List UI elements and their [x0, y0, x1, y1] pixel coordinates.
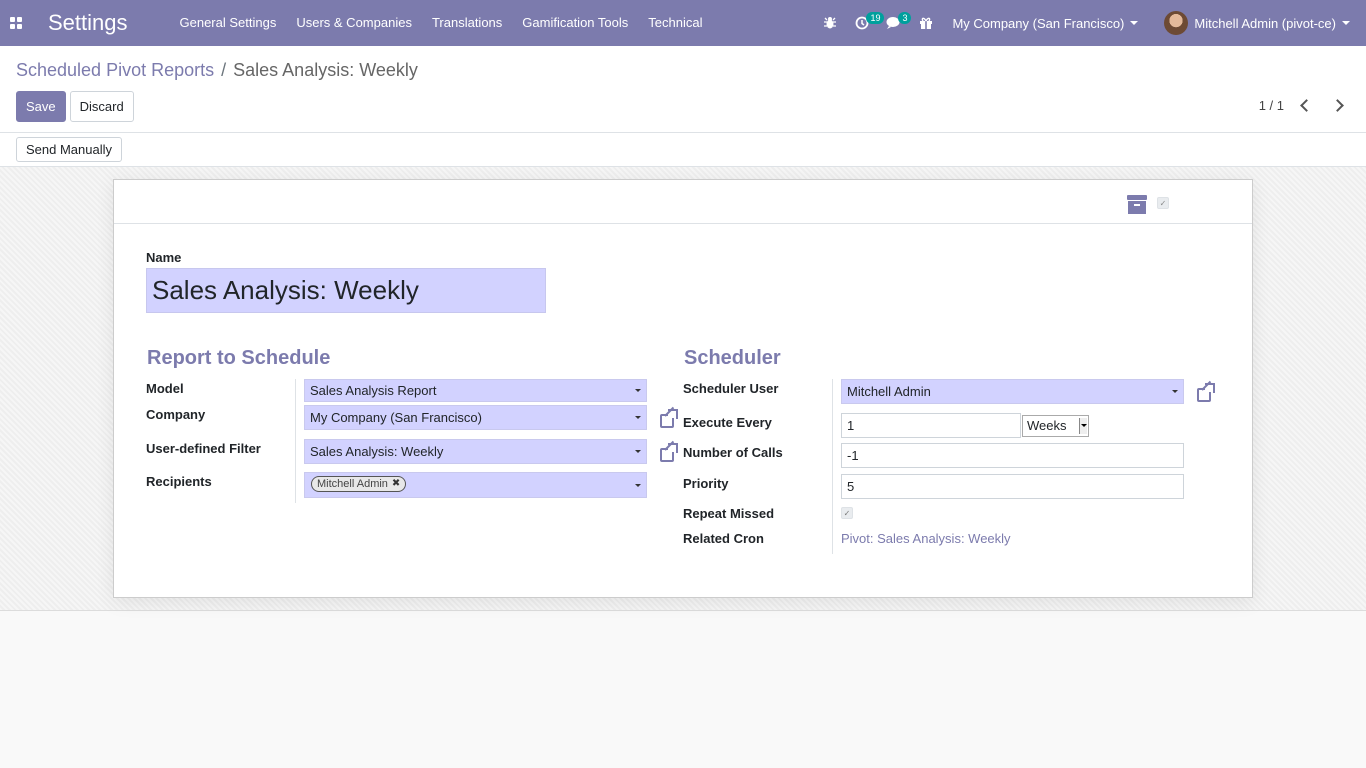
chevron-down-icon [635, 389, 641, 392]
debug-bug-icon[interactable] [814, 0, 846, 46]
model-field[interactable]: Sales Analysis Report [304, 379, 647, 402]
chevron-down-icon [635, 484, 641, 487]
active-check-icon[interactable]: ✓ [1157, 197, 1169, 209]
model-label: Model [146, 381, 184, 396]
main-menu: General Settings Users & Companies Trans… [170, 0, 713, 46]
repeat-missed-label: Repeat Missed [683, 506, 775, 521]
breadcrumb-separator: / [221, 60, 227, 80]
app-title: Settings [48, 10, 128, 35]
chevron-down-icon [635, 450, 641, 453]
scheduler-section-title: Scheduler [684, 347, 781, 369]
scheduler-group-divider [832, 379, 833, 554]
form-sheet: ✓ Name Sales Analysis: Weekly Report to … [113, 179, 1253, 598]
breadcrumb: Scheduled Pivot Reports / Sales Analysis… [16, 60, 418, 81]
chevron-down-icon [1079, 418, 1087, 434]
recipient-tag: Mitchell Admin ✖ [311, 476, 407, 492]
chevron-left-icon[interactable] [1300, 99, 1313, 112]
save-button[interactable]: Save [16, 91, 66, 122]
scheduler-user-value: Mitchell Admin [847, 384, 931, 399]
filter-label: User-defined Filter [146, 441, 261, 456]
execute-every-input[interactable]: 1 [841, 413, 1021, 438]
interval-unit-select[interactable]: Weeks [1022, 415, 1089, 437]
remove-tag-icon[interactable]: ✖ [392, 477, 400, 491]
chevron-down-icon [1130, 21, 1139, 25]
recipients-label: Recipients [146, 474, 212, 489]
report-section-title: Report to Schedule [147, 347, 331, 369]
top-navbar: Settings General Settings Users & Compan… [0, 0, 1366, 46]
send-manually-button[interactable]: Send Manually [16, 137, 122, 162]
related-cron-link[interactable]: Pivot: Sales Analysis: Weekly [841, 531, 1011, 546]
report-group-divider [295, 379, 296, 503]
scheduler-user-field[interactable]: Mitchell Admin [841, 379, 1184, 404]
button-box: ✓ [114, 180, 1252, 224]
control-panel: Scheduled Pivot Reports / Sales Analysis… [0, 46, 1366, 133]
user-menu[interactable]: Mitchell Admin (pivot-ce) [1150, 11, 1366, 35]
avatar [1164, 11, 1189, 35]
filter-external-link-icon[interactable] [659, 440, 679, 463]
chevron-down-icon [1342, 21, 1350, 25]
menu-gamification-tools[interactable]: Gamification Tools [512, 0, 638, 46]
name-input[interactable]: Sales Analysis: Weekly [146, 268, 546, 313]
company-name: My Company (San Francisco) [952, 15, 1125, 31]
priority-label: Priority [683, 476, 729, 491]
gift-icon[interactable] [910, 0, 942, 46]
pager: 1 / 1 [1259, 98, 1344, 113]
name-label: Name [146, 250, 182, 265]
menu-translations[interactable]: Translations [422, 0, 512, 46]
chevron-down-icon [1172, 390, 1178, 393]
apps-menu-icon[interactable] [0, 0, 32, 46]
breadcrumb-parent[interactable]: Scheduled Pivot Reports [16, 60, 214, 81]
form-buttons: Save Discard [16, 91, 134, 122]
number-of-calls-label: Number of Calls [683, 445, 783, 460]
company-label: Company [146, 407, 206, 422]
number-of-calls-input[interactable]: -1 [841, 443, 1184, 468]
menu-users-companies[interactable]: Users & Companies [286, 0, 422, 46]
chevron-right-icon[interactable] [1331, 99, 1344, 112]
scheduler-user-label: Scheduler User [683, 381, 779, 396]
recipient-tag-label: Mitchell Admin [317, 478, 388, 490]
menu-general-settings[interactable]: General Settings [170, 0, 287, 46]
company-external-link-icon[interactable] [659, 406, 679, 429]
priority-input[interactable]: 5 [841, 474, 1184, 499]
repeat-missed-checkbox[interactable]: ✓ [841, 507, 853, 519]
discard-button[interactable]: Discard [69, 91, 134, 122]
interval-unit-value: Weeks [1027, 418, 1067, 433]
execute-every-label: Execute Every [683, 415, 772, 430]
pager-value[interactable]: 1 / 1 [1259, 98, 1284, 113]
messages-chat-icon[interactable]: 3 [878, 0, 912, 46]
recipients-field[interactable]: Mitchell Admin ✖ [304, 472, 647, 498]
user-name: Mitchell Admin (pivot-ce) [1194, 15, 1336, 31]
filter-field[interactable]: Sales Analysis: Weekly [304, 439, 647, 464]
related-cron-label: Related Cron [683, 531, 764, 546]
filter-value: Sales Analysis: Weekly [310, 444, 444, 459]
archive-icon[interactable] [1127, 195, 1147, 215]
chevron-down-icon [635, 416, 641, 419]
breadcrumb-current: Sales Analysis: Weekly [233, 60, 418, 80]
company-switcher[interactable]: My Company (San Francisco) [942, 16, 1150, 31]
model-value: Sales Analysis Report [310, 383, 437, 398]
company-field[interactable]: My Company (San Francisco) [304, 405, 647, 430]
statusbar: Send Manually [0, 133, 1366, 167]
scheduler-user-external-link-icon[interactable] [1196, 380, 1216, 403]
company-value: My Company (San Francisco) [310, 410, 482, 425]
systray: 19 3 My Company (San Francisco) Mitchell… [814, 0, 1366, 46]
activity-clock-icon[interactable]: 19 [846, 0, 885, 46]
menu-technical[interactable]: Technical [638, 0, 712, 46]
